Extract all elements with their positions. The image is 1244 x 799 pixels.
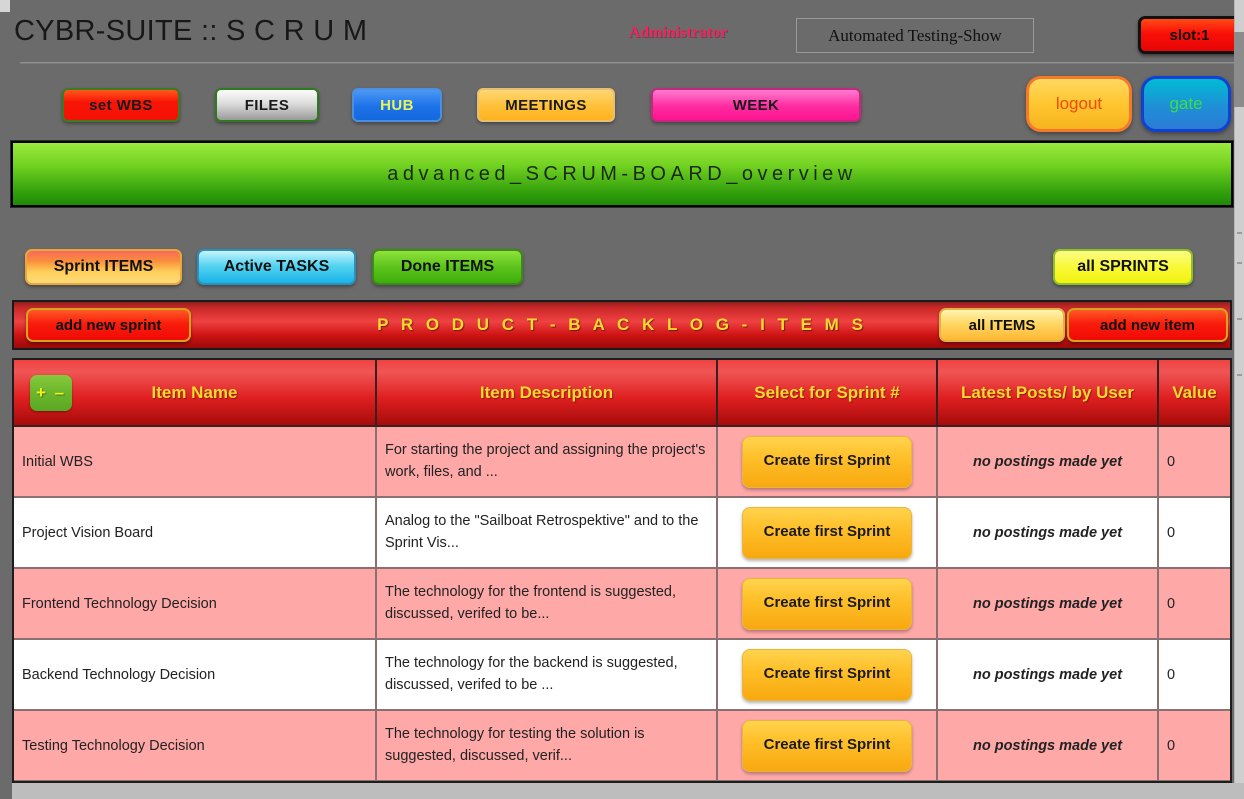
table-row[interactable]: Project Vision Board Analog to the "Sail… [14,497,1230,569]
table-row[interactable]: Initial WBS For starting the project and… [14,426,1230,498]
window-bottom-edge [0,783,1244,799]
cell-select-for-sprint: Create first Sprint [717,426,938,498]
tab-sprint-items[interactable]: Sprint ITEMS [25,249,182,285]
logout-button[interactable]: logout [1026,76,1132,132]
cell-select-for-sprint: Create first Sprint [717,568,938,640]
table-header-row: + – Item Name Item Description Select fo… [14,360,1230,427]
create-first-sprint-button[interactable]: Create first Sprint [742,648,912,701]
table-row[interactable]: Testing Technology Decision The technolo… [14,710,1230,781]
cell-latest-posts: no postings made yet [937,710,1159,781]
column-header-latest-posts: Latest Posts/ by User [937,360,1159,427]
cell-latest-posts: no postings made yet [937,426,1159,498]
cell-value: 0 [1158,710,1230,781]
backlog-items-table: + – Item Name Item Description Select fo… [14,360,1230,781]
page-title: CYBR-SUITE :: S C R U M [14,15,368,47]
slot-button[interactable]: slot:1 [1138,16,1241,54]
all-items-button[interactable]: all ITEMS [939,308,1065,342]
expand-collapse-toggle[interactable]: + – [30,374,72,411]
board-banner-frame: advanced_SCRUM-BOARD_overview [10,140,1234,208]
user-role-label: Administrator [628,24,728,41]
cell-item-description: The technology for testing the solution … [376,710,718,781]
backlog-items-table-container: + – Item Name Item Description Select fo… [12,358,1232,783]
cell-select-for-sprint: Create first Sprint [717,710,938,781]
window-bottom-edge-gap [0,783,12,799]
scrollbar-tick [1237,318,1242,320]
column-header-item-name: + – Item Name [14,360,377,427]
scrollbar-tick [1237,232,1242,234]
cell-item-description: For starting the project and assigning t… [376,426,718,498]
week-button[interactable]: WEEK [651,88,861,122]
cell-latest-posts: no postings made yet [937,497,1159,569]
table-row[interactable]: Backend Technology Decision The technolo… [14,639,1230,711]
cell-latest-posts: no postings made yet [937,639,1159,711]
cell-item-name: Testing Technology Decision [14,710,377,781]
column-header-value: Value [1158,360,1230,427]
scrollbar-tick [1237,374,1242,376]
create-first-sprint-button[interactable]: Create first Sprint [742,506,912,559]
scrollbar-thumb[interactable] [1234,32,1244,107]
create-first-sprint-button[interactable]: Create first Sprint [742,719,912,772]
product-backlog-bar: P R O D U C T - B A C K L O G - I T E M … [12,300,1232,350]
set-wbs-button[interactable]: set WBS [62,88,180,122]
files-button[interactable]: FILES [215,88,319,122]
cell-item-name: Initial WBS [14,426,377,498]
cell-item-description: Analog to the "Sailboat Retrospektive" a… [376,497,718,569]
add-new-item-button[interactable]: add new item [1067,308,1228,342]
cell-item-description: The technology for the frontend is sugge… [376,568,718,640]
create-first-sprint-button[interactable]: Create first Sprint [742,577,912,630]
app-header: CYBR-SUITE :: S C R U M Administrator Au… [10,5,1241,63]
create-first-sprint-button[interactable]: Create first Sprint [742,435,912,488]
cell-item-description: The technology for the backend is sugges… [376,639,718,711]
gate-button[interactable]: gate [1141,76,1231,132]
cell-select-for-sprint: Create first Sprint [717,497,938,569]
table-row[interactable]: Frontend Technology Decision The technol… [14,568,1230,640]
column-header-item-name-label: Item Name [151,382,238,402]
hub-button[interactable]: HUB [352,88,442,122]
tab-active-tasks[interactable]: Active TASKS [197,249,356,285]
cell-item-name: Backend Technology Decision [14,639,377,711]
project-selector[interactable]: Automated Testing-Show [796,18,1034,53]
cell-item-name: Project Vision Board [14,497,377,569]
cell-select-for-sprint: Create first Sprint [717,639,938,711]
add-new-sprint-button[interactable]: add new sprint [26,308,191,342]
cell-value: 0 [1158,426,1230,498]
tab-done-items[interactable]: Done ITEMS [372,249,523,285]
cell-value: 0 [1158,497,1230,569]
all-sprints-button[interactable]: all SPRINTS [1053,249,1193,285]
cell-latest-posts: no postings made yet [937,568,1159,640]
header-divider [20,62,1236,64]
column-header-item-description: Item Description [376,360,718,427]
cell-value: 0 [1158,568,1230,640]
cell-value: 0 [1158,639,1230,711]
meetings-button[interactable]: MEETINGS [477,88,615,122]
board-banner-title: advanced_SCRUM-BOARD_overview [13,143,1231,205]
vertical-scrollbar[interactable] [1234,0,1244,799]
application-window: CYBR-SUITE :: S C R U M Administrator Au… [0,0,1244,799]
cell-item-name: Frontend Technology Decision [14,568,377,640]
column-header-select-for-sprint: Select for Sprint # [717,360,938,427]
scrollbar-tick [1237,262,1242,264]
